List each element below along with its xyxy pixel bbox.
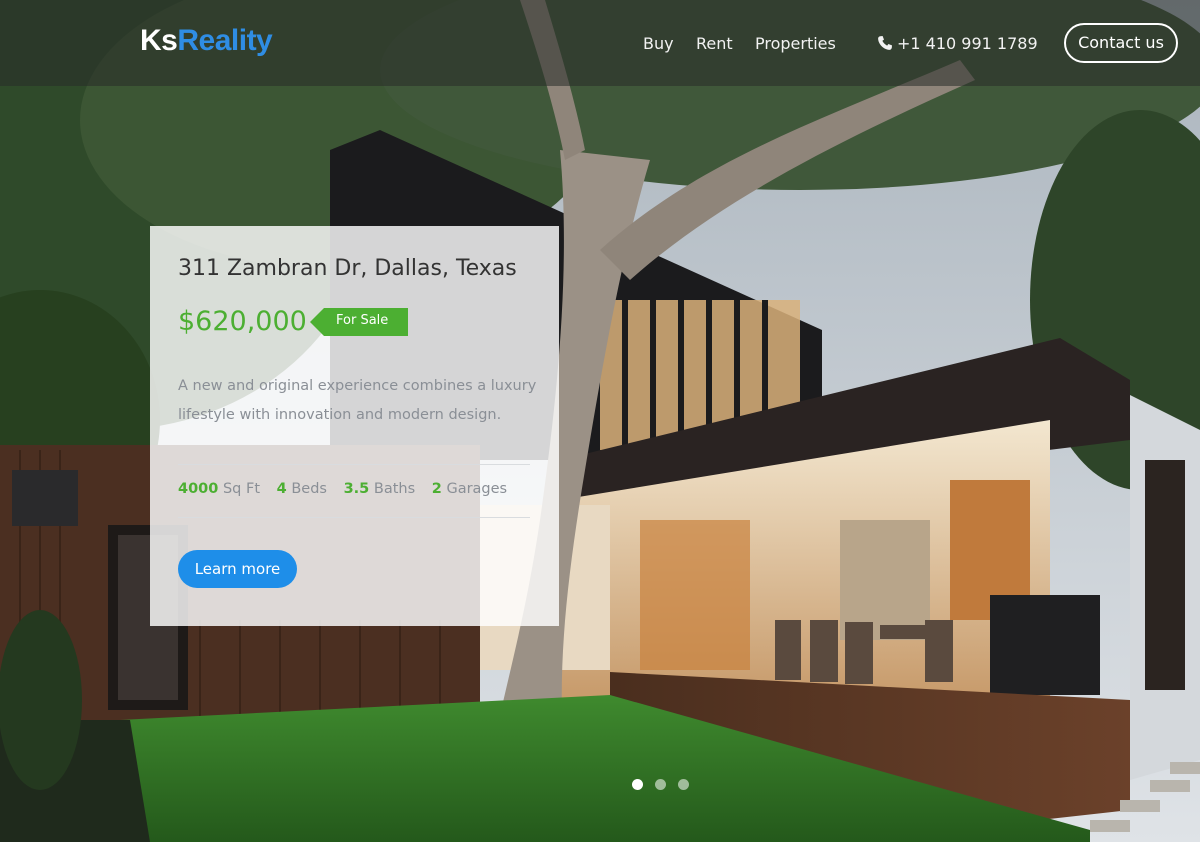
property-price: $620,000 (178, 306, 307, 337)
top-navbar: KsReality Buy Rent Properties +1 410 991… (0, 0, 1200, 86)
status-badge-label: For Sale (336, 313, 389, 328)
stat-area-value: 4000 (178, 481, 219, 497)
stat-baths-value: 3.5 (343, 481, 370, 497)
divider-top (178, 464, 530, 465)
phone-icon (878, 36, 892, 50)
nav-item-properties[interactable]: Properties (755, 34, 836, 53)
brand-logo[interactable]: KsReality (140, 24, 273, 58)
stat-beds-unit: Beds (291, 481, 327, 497)
nav-item-buy[interactable]: Buy (643, 34, 674, 53)
brand-logo-part-2: Reality (177, 24, 273, 57)
property-description: A new and original experience combines a… (178, 378, 537, 423)
stat-garages-value: 2 (431, 481, 442, 497)
stat-baths-unit: Baths (373, 481, 416, 497)
stat-garages-unit: Garages (446, 481, 508, 497)
brand-logo-part-1: Ks (140, 24, 178, 57)
carousel-dot-2[interactable] (655, 779, 666, 790)
stat-area: 4000 Sq Ft (178, 481, 260, 497)
contact-us-button[interactable]: Contact us (1064, 23, 1178, 63)
phone-number-link[interactable]: +1 410 991 1789 (877, 34, 1038, 53)
stat-baths: 3.5 Baths (344, 481, 416, 497)
divider-bottom (178, 517, 530, 518)
property-card: 311 Zambran Dr, Dallas, Texas $620,000 F… (150, 226, 559, 626)
property-stats: 4000 Sq Ft 4 Beds 3.5 Baths 2 Garages (178, 481, 519, 497)
nav-item-rent[interactable]: Rent (696, 34, 733, 53)
stat-beds: 4 Beds (277, 481, 327, 497)
stat-beds-value: 4 (276, 481, 287, 497)
phone-number-text: +1 410 991 1789 (897, 34, 1038, 53)
property-address: 311 Zambran Dr, Dallas, Texas (178, 256, 517, 281)
carousel-dot-1[interactable] (632, 779, 643, 790)
stat-garages: 2 Garages (432, 481, 507, 497)
status-badge: For Sale (310, 308, 408, 336)
stat-area-unit: Sq Ft (222, 481, 261, 497)
carousel-dot-3[interactable] (678, 779, 689, 790)
learn-more-button[interactable]: Learn more (178, 550, 297, 588)
